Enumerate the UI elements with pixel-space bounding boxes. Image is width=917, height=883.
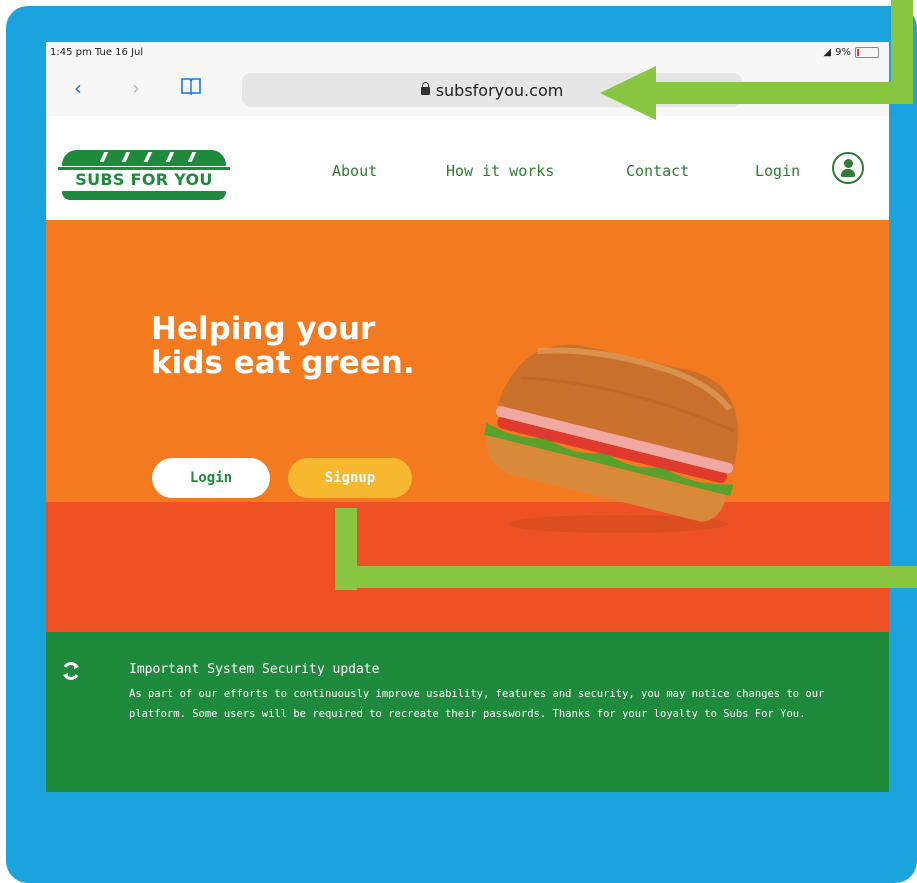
logo-text: SUBS FOR YOU (58, 167, 230, 190)
notice-title: Important System Security update (129, 662, 380, 677)
logo-bread-bottom (62, 191, 226, 200)
url-text: subsforyou.com (435, 80, 564, 100)
nav-contact[interactable]: Contact (626, 162, 689, 180)
annotation-line-signup-horizontal (335, 566, 917, 588)
hero-signup-button[interactable]: Signup (288, 458, 412, 498)
headline-line-2: kids eat green. (151, 345, 415, 381)
battery-icon (855, 47, 879, 58)
status-time: 1:45 pm Tue 16 Jul (50, 47, 144, 58)
security-notice: Important System Security update As part… (46, 632, 889, 792)
chevron-right-icon[interactable]: › (132, 76, 140, 100)
user-icon[interactable] (832, 152, 864, 184)
chevron-left-icon[interactable]: ‹ (74, 76, 82, 100)
notice-body: As part of our efforts to continuously i… (129, 688, 825, 720)
annotation-arrowhead-url (600, 66, 656, 120)
nav-how-it-works[interactable]: How it works (446, 162, 554, 180)
lock-icon (420, 82, 430, 95)
nav-about[interactable]: About (332, 162, 377, 180)
wifi-icon: ◢ (823, 47, 832, 58)
status-indicators: ◢ 9% (823, 47, 879, 58)
sandwich-image (483, 344, 738, 533)
hero-login-button[interactable]: Login (152, 458, 270, 498)
site-header: SUBS FOR YOU About How it works Contact … (46, 116, 889, 220)
hero-headline: Helping your kids eat green. (151, 312, 481, 380)
status-bar: 1:45 pm Tue 16 Jul ◢ 9% (46, 42, 889, 64)
headline-line-1: Helping your (151, 311, 376, 347)
site-logo[interactable]: SUBS FOR YOU (58, 150, 230, 200)
ipad-screen: 1:45 pm Tue 16 Jul ◢ 9% ‹ › subsforyou.c… (46, 42, 889, 792)
battery-percent: 9% (835, 47, 851, 58)
annotation-arrow-url-horizontal (652, 82, 913, 104)
logo-bread-top (62, 150, 226, 166)
book-icon[interactable] (180, 76, 202, 101)
refresh-icon (63, 662, 79, 680)
nav-login[interactable]: Login (755, 162, 800, 180)
